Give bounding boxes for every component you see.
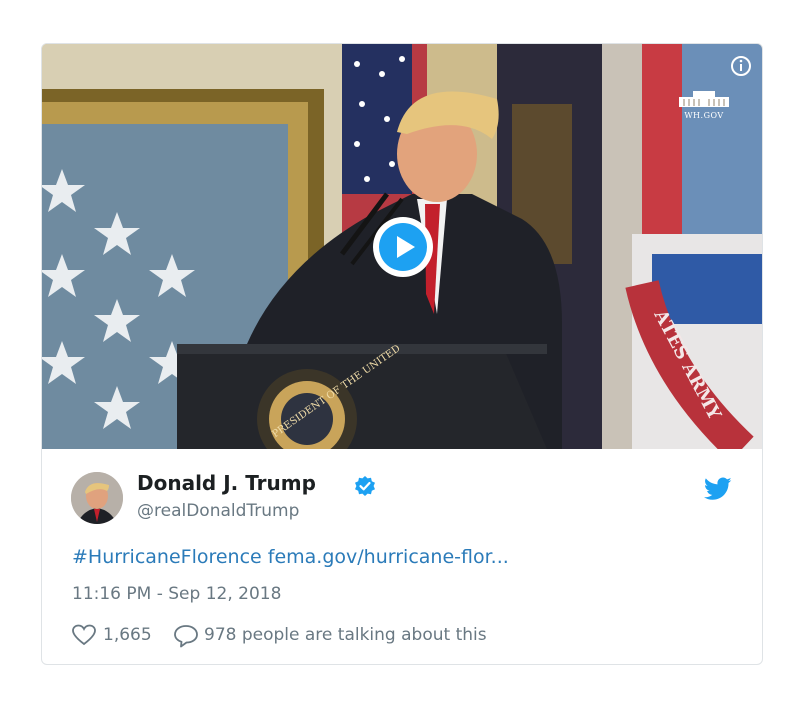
- twitter-bird-icon[interactable]: [703, 477, 732, 501]
- video-player[interactable]: ATES ARMY PRESIDENT OF THE UNITED WH.GOV: [42, 44, 762, 449]
- play-button[interactable]: [373, 217, 433, 277]
- talking-link[interactable]: 978 people are talking about this: [173, 623, 553, 648]
- wh-gov-logo: WH.GOV: [675, 87, 733, 127]
- author-handle[interactable]: @realDonaldTrump: [137, 501, 299, 521]
- tweet-text: #HurricaneFlorence fema.gov/hurricane-fl…: [72, 546, 509, 568]
- play-circle-icon: [379, 223, 427, 271]
- avatar[interactable]: [71, 472, 123, 524]
- like-button[interactable]: 1,665: [72, 623, 164, 647]
- reply-bubble-icon: [174, 625, 198, 648]
- author-name[interactable]: Donald J. Trump: [137, 471, 316, 495]
- wh-gov-watermark: WH.GOV: [684, 111, 724, 120]
- verified-badge-icon: [354, 475, 376, 497]
- embedded-tweet-card[interactable]: ATES ARMY PRESIDENT OF THE UNITED WH.GOV…: [41, 43, 763, 665]
- tweet-body: Donald J. Trump @realDonaldTrump #Hurric…: [42, 449, 762, 664]
- tweet-timestamp[interactable]: 11:16 PM - Sep 12, 2018: [72, 584, 281, 604]
- hashtag-link[interactable]: #HurricaneFlorence: [72, 546, 262, 568]
- like-count: 1,665: [103, 625, 152, 645]
- talking-count-text: 978 people are talking about this: [204, 625, 487, 645]
- url-link[interactable]: fema.gov/hurricane-flor...: [268, 546, 509, 568]
- info-icon[interactable]: [729, 54, 753, 78]
- heart-icon: [72, 624, 96, 646]
